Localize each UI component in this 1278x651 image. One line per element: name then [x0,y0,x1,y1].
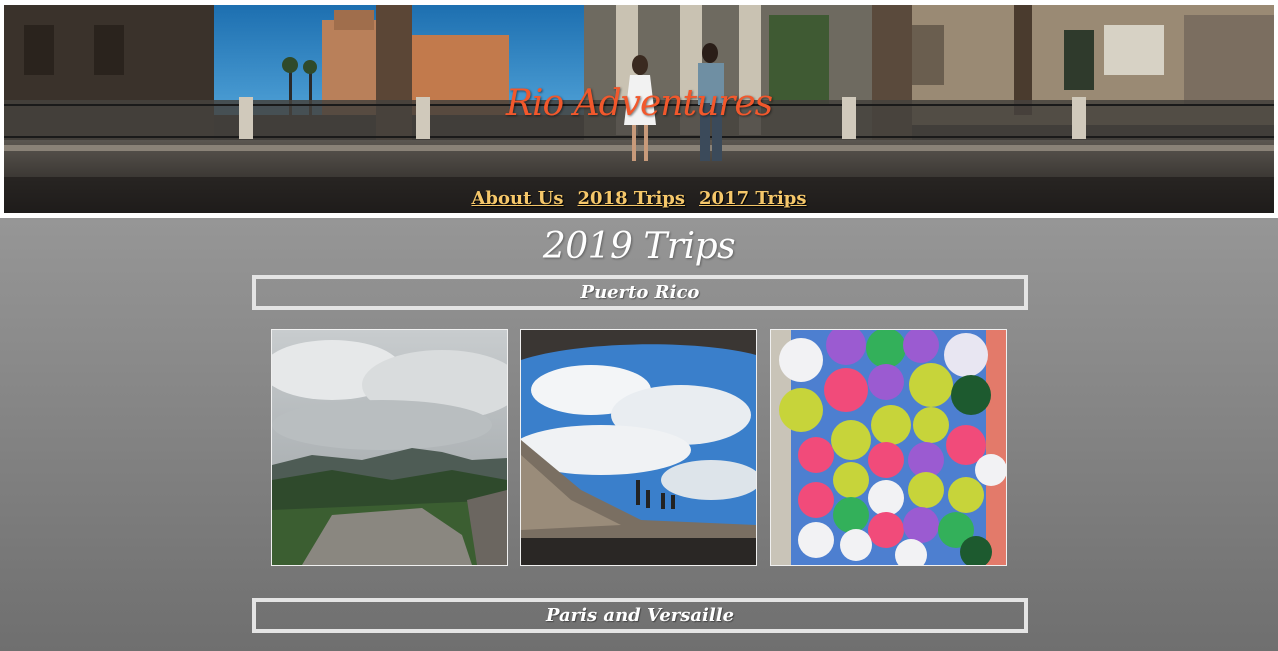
header-banner: Rio Adventures About Us 2018 Trips 2017 … [4,5,1274,213]
nav-link-about-us[interactable]: About Us [471,188,563,209]
nav-link-2017-trips[interactable]: 2017 Trips [699,188,807,209]
fort-image [521,330,756,565]
umbrellas-image [771,330,1006,565]
trip-header-puerto-rico: Puerto Rico [252,275,1028,310]
photo-fort-window[interactable] [520,329,757,566]
page-title: 2019 Trips [542,226,736,267]
photo-mountain-view[interactable] [271,329,508,566]
nav-link-2018-trips[interactable]: 2018 Trips [578,188,686,209]
main-nav: About Us 2018 Trips 2017 Trips [4,188,1274,209]
trip-header-paris-and-versaille: Paris and Versaille [252,598,1028,633]
photo-umbrellas[interactable] [770,329,1007,566]
mountain-image [272,330,507,565]
site-title: Rio Adventures [505,83,773,124]
